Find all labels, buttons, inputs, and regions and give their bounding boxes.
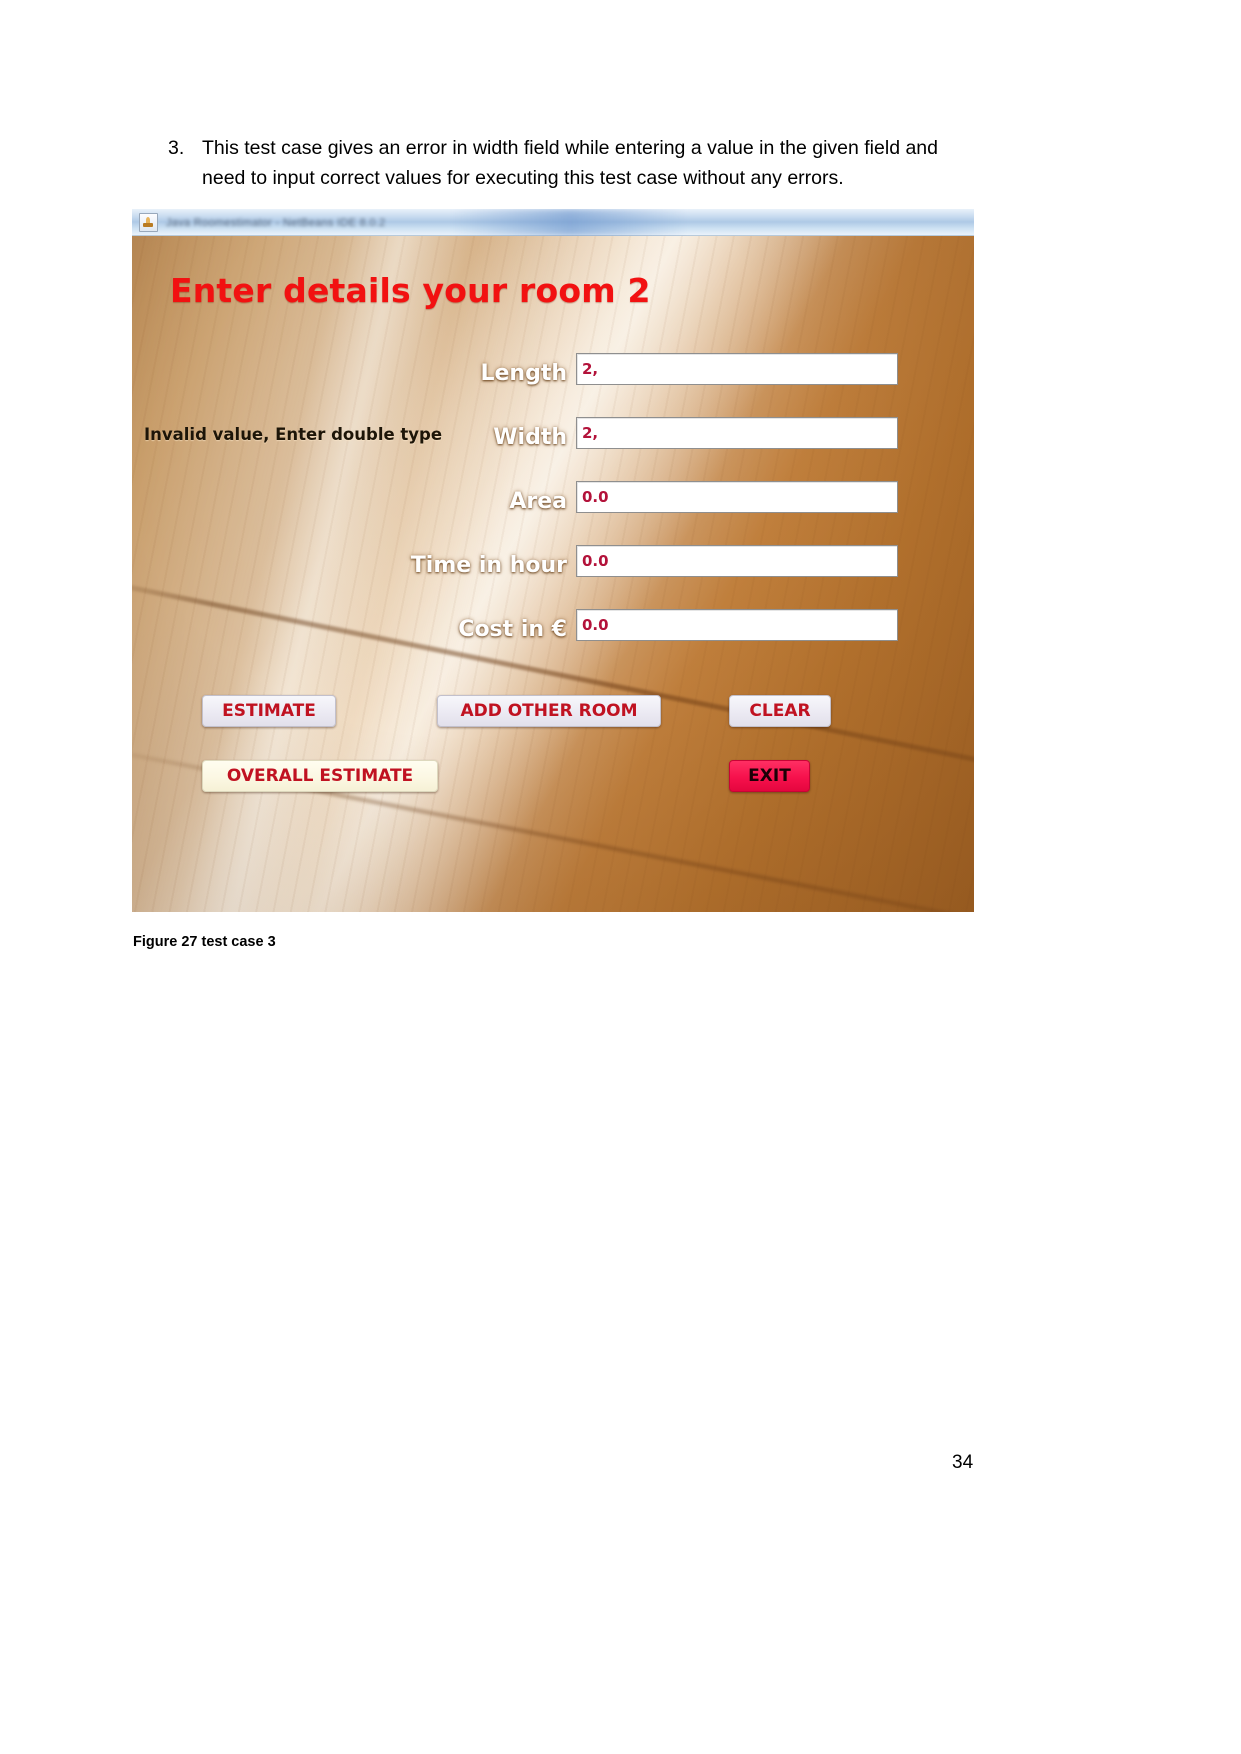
time-in-hour-label: Time in hour (410, 553, 567, 578)
width-input[interactable]: 2, (576, 417, 898, 449)
figure-caption: Figure 27 test case 3 (133, 934, 276, 950)
page-title: Enter details your room 2 (170, 271, 651, 310)
exit-button[interactable]: EXIT (729, 760, 810, 792)
length-input[interactable]: 2, (576, 353, 898, 385)
validation-error-message: Invalid value, Enter double type (144, 425, 443, 444)
application-window-screenshot: Java Roomestimator - NetBeans IDE 8.0.2 … (132, 209, 974, 912)
form-fields-group: Length 2, Invalid value, Enter double ty… (132, 349, 974, 669)
area-input[interactable]: 0.0 (576, 481, 898, 513)
java-coffee-cup-icon (139, 213, 158, 232)
window-title-bar[interactable]: Java Roomestimator - NetBeans IDE 8.0.2 (132, 209, 974, 236)
page-number: 34 (952, 1452, 974, 1473)
list-item-text: This test case gives an error in width f… (202, 137, 938, 189)
time-in-hour-input-value: 0.0 (582, 552, 609, 570)
length-input-value: 2, (582, 360, 599, 378)
area-label: Area (509, 489, 567, 514)
form-row-cost: Cost in € 0.0 (132, 605, 974, 669)
form-row-length: Length 2, (132, 349, 974, 413)
add-other-room-button[interactable]: ADD OTHER ROOM (437, 695, 661, 727)
clear-button[interactable]: CLEAR (729, 695, 831, 727)
cost-label: Cost in € (458, 617, 567, 642)
overall-estimate-button[interactable]: OVERALL ESTIMATE (202, 760, 438, 792)
width-label: Width (493, 425, 567, 450)
cost-input[interactable]: 0.0 (576, 609, 898, 641)
area-input-value: 0.0 (582, 488, 609, 506)
numbered-list-item: 3. This test case gives an error in widt… (168, 133, 968, 193)
time-in-hour-input[interactable]: 0.0 (576, 545, 898, 577)
form-row-time-in-hour: Time in hour 0.0 (132, 541, 974, 605)
estimate-button[interactable]: ESTIMATE (202, 695, 336, 727)
form-row-width: Invalid value, Enter double type Width 2… (132, 413, 974, 477)
list-item-number: 3. (168, 137, 185, 159)
length-label: Length (480, 361, 567, 386)
window-title-text: Java Roomestimator - NetBeans IDE 8.0.2 (166, 216, 386, 229)
form-row-area: Area 0.0 (132, 477, 974, 541)
width-input-value: 2, (582, 424, 599, 442)
cost-input-value: 0.0 (582, 616, 609, 634)
